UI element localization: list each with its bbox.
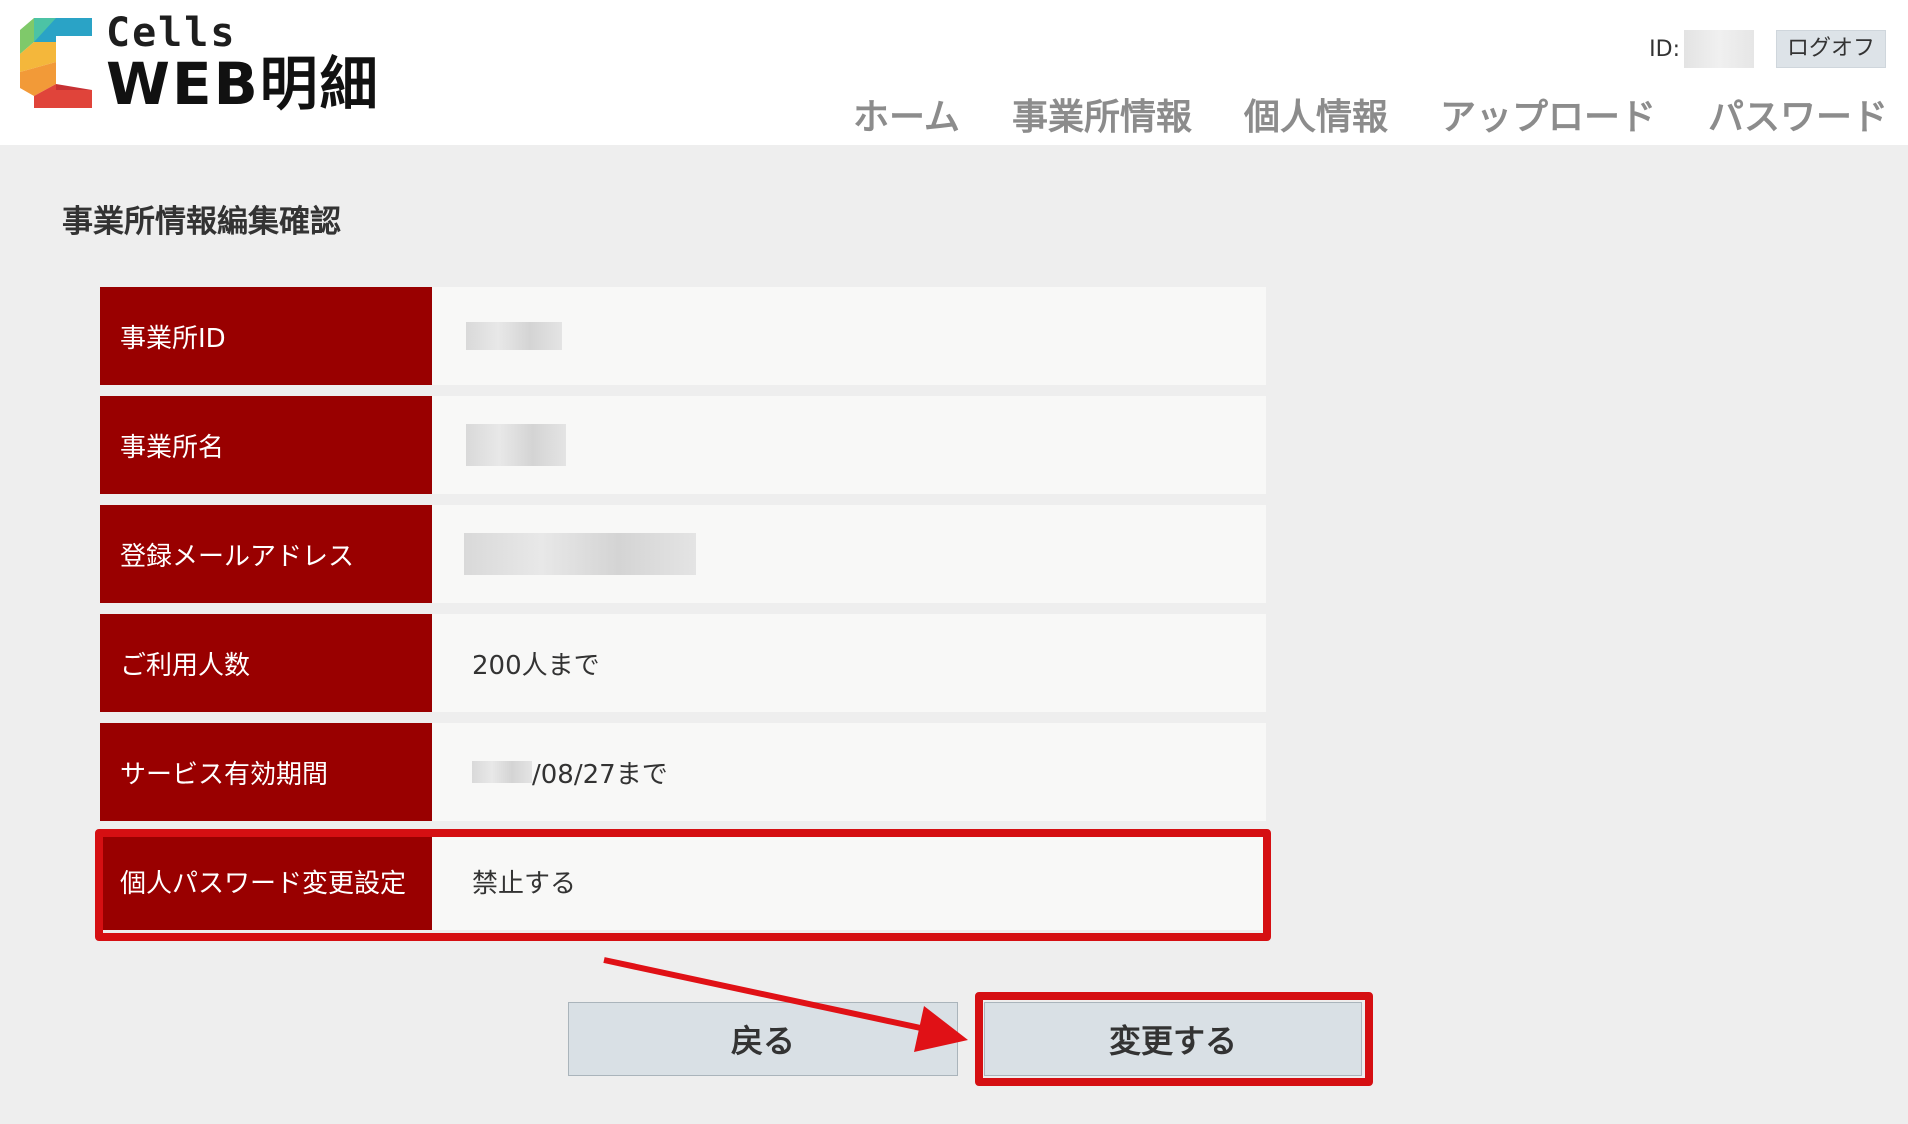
- id-value-redacted: [1683, 30, 1754, 68]
- id-label: ID:: [1649, 36, 1680, 62]
- service-period-text: /08/27まで: [532, 759, 668, 790]
- header: Cells WEB明細 ID: ログオフ ホーム 事業所情報 個人情報 アップロ…: [0, 0, 1908, 145]
- highlight-frame-change-button: [975, 992, 1373, 1086]
- page-title: 事業所情報編集確認: [62, 204, 341, 240]
- table-row: ご利用人数 200人まで: [100, 614, 1266, 712]
- highlight-frame-password-setting: [95, 829, 1271, 941]
- redacted-value: [466, 424, 566, 466]
- redacted-value: [466, 322, 562, 350]
- table-row: 事業所名: [100, 396, 1266, 494]
- office-id-value: [432, 287, 1266, 385]
- nav-personal-info[interactable]: 個人情報: [1244, 88, 1388, 140]
- cells-logo-icon: [20, 18, 92, 108]
- nav-password[interactable]: パスワード: [1708, 88, 1888, 140]
- user-count-value: 200人まで: [432, 614, 1266, 712]
- service-period-label: サービス有効期間: [100, 723, 432, 821]
- office-name-label: 事業所名: [100, 396, 432, 494]
- nav-home[interactable]: ホーム: [853, 88, 960, 140]
- office-name-value: [432, 396, 1266, 494]
- redacted-year: [472, 761, 532, 783]
- nav-upload[interactable]: アップロード: [1440, 88, 1656, 140]
- table-row: サービス有効期間 /08/27まで: [100, 723, 1266, 821]
- main-nav: ホーム 事業所情報 個人情報 アップロード パスワード: [853, 88, 1888, 140]
- office-id-label: 事業所ID: [100, 287, 432, 385]
- brand-web-meisai: WEB明細: [106, 50, 380, 118]
- email-value: [432, 505, 1266, 603]
- table-row: 登録メールアドレス: [100, 505, 1266, 603]
- email-label: 登録メールアドレス: [100, 505, 432, 603]
- user-area: ID: ログオフ: [1649, 30, 1886, 68]
- service-period-value: /08/27まで: [432, 723, 1266, 821]
- redacted-value: [464, 533, 696, 575]
- logoff-button[interactable]: ログオフ: [1775, 30, 1886, 68]
- table-row: 事業所ID: [100, 287, 1266, 385]
- user-count-label: ご利用人数: [100, 614, 432, 712]
- back-button[interactable]: 戻る: [568, 1002, 958, 1076]
- nav-office-info[interactable]: 事業所情報: [1012, 88, 1192, 140]
